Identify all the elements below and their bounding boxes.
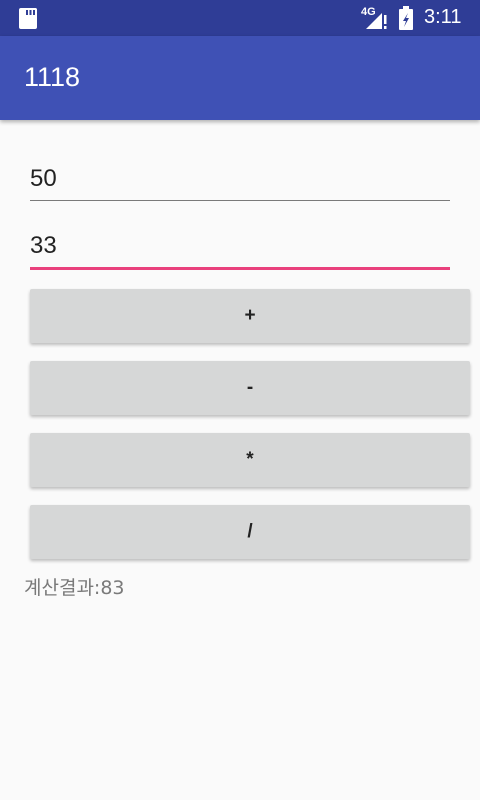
- app-title: 1118: [24, 62, 81, 92]
- subtract-button-label: -: [246, 377, 254, 398]
- app-bar: 1118: [0, 36, 480, 120]
- multiply-button[interactable]: *: [30, 433, 470, 487]
- multiply-button-label: *: [246, 449, 254, 470]
- divide-button[interactable]: /: [30, 505, 470, 559]
- add-button[interactable]: +: [30, 289, 470, 343]
- battery-icon: [399, 6, 413, 30]
- subtract-button[interactable]: -: [30, 361, 470, 415]
- first-number-input[interactable]: [30, 157, 450, 201]
- status-bar: 4G 3:11: [0, 0, 480, 36]
- sd-card-icon: [19, 8, 37, 29]
- calculation-result: 계산결과:83: [24, 577, 125, 599]
- status-clock: 3:11: [424, 6, 462, 28]
- add-button-label: +: [244, 305, 256, 326]
- signal-icon: [366, 13, 387, 29]
- divide-button-label: /: [247, 521, 253, 542]
- second-number-input[interactable]: [30, 224, 450, 270]
